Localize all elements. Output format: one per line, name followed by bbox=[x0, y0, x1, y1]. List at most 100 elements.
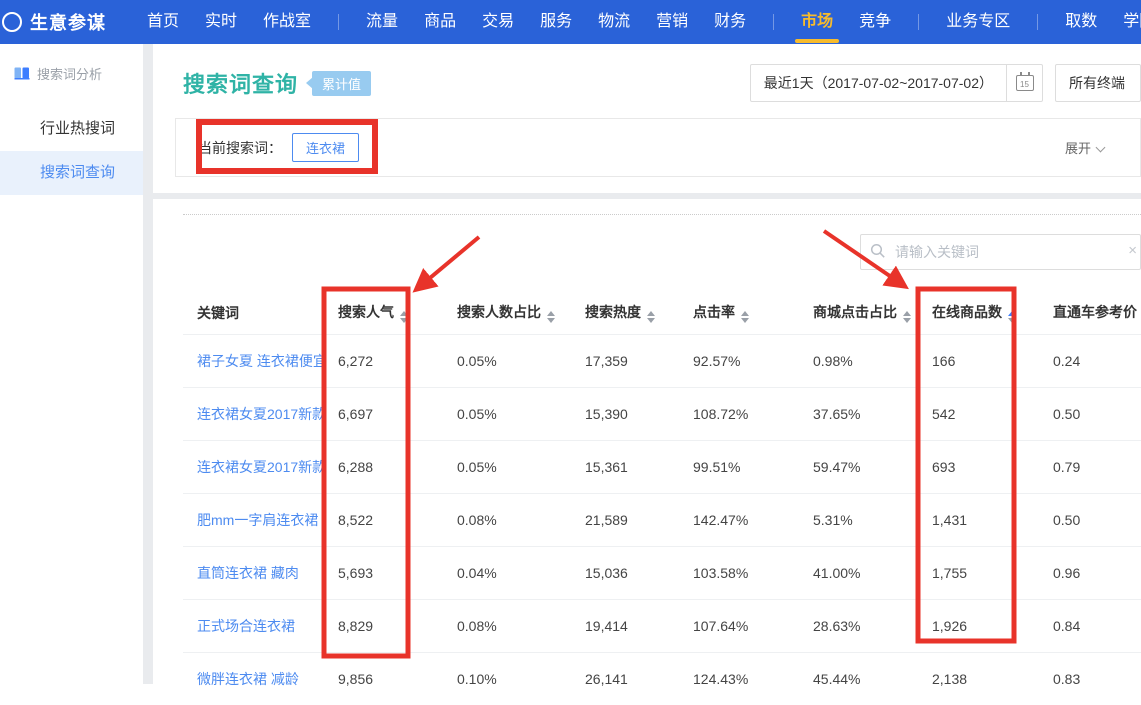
value-cell: 9,856 bbox=[322, 652, 417, 705]
table-row: 微胖连衣裙 减龄9,8560.10%26,141124.43%45.44%2,1… bbox=[183, 652, 1141, 705]
column-header[interactable]: 商城点击占比 bbox=[757, 292, 917, 334]
keyword-cell[interactable]: 直筒连衣裙 藏肉 bbox=[183, 546, 322, 599]
column-header[interactable]: 搜索人气 bbox=[322, 292, 417, 334]
current-search-term-tag[interactable]: 连衣裙 bbox=[292, 133, 359, 162]
value-cell: 5,693 bbox=[322, 546, 417, 599]
keyword-link[interactable]: 微胖连衣裙 减龄 bbox=[197, 671, 299, 687]
app-logo[interactable]: 生意参谋 bbox=[14, 9, 106, 35]
app-logo-text: 生意参谋 bbox=[30, 9, 106, 35]
value-cell: 0.08% bbox=[417, 493, 557, 546]
header-controls: 最近1天（2017-07-02~2017-07-02） 15 所有终端 bbox=[750, 64, 1141, 102]
expand-link[interactable]: 展开 bbox=[1065, 138, 1104, 157]
title-row: 搜索词查询 累计值 最近1天（2017-07-02~2017-07-02） 15… bbox=[183, 64, 1141, 102]
value-cell: 0.50 bbox=[1017, 493, 1141, 546]
nav-item[interactable]: 取数 bbox=[1065, 0, 1097, 44]
keyword-link[interactable]: 直筒连衣裙 藏肉 bbox=[197, 565, 299, 581]
search-row: × bbox=[183, 234, 1141, 270]
keyword-link[interactable]: 正式场合连衣裙 bbox=[197, 618, 295, 634]
calendar-button[interactable]: 15 bbox=[1006, 65, 1042, 101]
column-header[interactable]: 搜索人数占比 bbox=[417, 292, 557, 334]
search-input[interactable] bbox=[860, 234, 1141, 270]
top-navbar: 生意参谋 首页实时作战室 流量商品交易服务物流营销财务 市场竞争 业务专区 取数学院 bbox=[0, 0, 1141, 44]
sort-icon[interactable] bbox=[1008, 311, 1016, 323]
page-layout: 搜索词分析 行业热搜词搜索词查询 搜索词查询 累计值 最近1天（2017-07-… bbox=[0, 44, 1141, 684]
column-label: 点击率 bbox=[693, 304, 735, 320]
keyword-link[interactable]: 连衣裙女夏2017新款... bbox=[197, 459, 322, 475]
value-cell: 0.84 bbox=[1017, 599, 1141, 652]
nav-item[interactable]: 服务 bbox=[540, 0, 572, 44]
sidebar: 搜索词分析 行业热搜词搜索词查询 bbox=[0, 44, 143, 684]
table-body: 裙子女夏 连衣裙便宜5...6,2720.05%17,35992.57%0.98… bbox=[183, 334, 1141, 705]
nav-item[interactable]: 营销 bbox=[656, 0, 688, 44]
date-range-picker[interactable]: 最近1天（2017-07-02~2017-07-02） 15 bbox=[750, 64, 1043, 102]
value-cell: 0.05% bbox=[417, 334, 557, 387]
value-cell: 15,390 bbox=[557, 387, 657, 440]
date-range-text: 最近1天（2017-07-02~2017-07-02） bbox=[751, 65, 1006, 101]
sidebar-section-title: 搜索词分析 bbox=[37, 64, 102, 83]
sort-icon[interactable] bbox=[547, 311, 555, 323]
sidebar-item[interactable]: 搜索词查询 bbox=[0, 151, 143, 195]
cumulative-badge: 累计值 bbox=[312, 71, 371, 96]
nav-item[interactable]: 首页 bbox=[147, 0, 179, 44]
value-cell: 0.05% bbox=[417, 387, 557, 440]
column-label: 直通车参考价 bbox=[1053, 304, 1137, 320]
clear-icon[interactable]: × bbox=[1128, 242, 1137, 259]
value-cell: 0.04% bbox=[417, 546, 557, 599]
value-cell: 142.47% bbox=[657, 493, 757, 546]
value-cell: 124.43% bbox=[657, 652, 757, 705]
nav-divider bbox=[773, 14, 774, 30]
table-row: 肥mm一字肩连衣裙8,5220.08%21,589142.47%5.31%1,4… bbox=[183, 493, 1141, 546]
column-header[interactable]: 搜索热度 bbox=[557, 292, 657, 334]
value-cell: 99.51% bbox=[657, 440, 757, 493]
value-cell: 26,141 bbox=[557, 652, 657, 705]
nav-item[interactable]: 业务专区 bbox=[946, 0, 1010, 44]
terminal-filter-dropdown[interactable]: 所有终端 bbox=[1055, 64, 1141, 102]
nav-item[interactable]: 财务 bbox=[714, 0, 746, 44]
nav-item[interactable]: 商品 bbox=[424, 0, 456, 44]
nav-divider bbox=[338, 14, 339, 30]
sort-icon[interactable] bbox=[647, 311, 655, 323]
table-row: 连衣裙女夏2017新款...6,2880.05%15,36199.51%59.4… bbox=[183, 440, 1141, 493]
value-cell: 0.05% bbox=[417, 440, 557, 493]
value-cell: 92.57% bbox=[657, 334, 757, 387]
value-cell: 1,431 bbox=[917, 493, 1017, 546]
keyword-link[interactable]: 肥mm一字肩连衣裙 bbox=[197, 512, 318, 528]
value-cell: 19,414 bbox=[557, 599, 657, 652]
column-header[interactable]: 在线商品数 bbox=[917, 292, 1017, 334]
nav-item[interactable]: 市场 bbox=[801, 0, 833, 44]
nav-item[interactable]: 物流 bbox=[598, 0, 630, 44]
column-label: 搜索热度 bbox=[585, 304, 641, 320]
column-header[interactable]: 点击率 bbox=[657, 292, 757, 334]
sort-icon[interactable] bbox=[400, 311, 408, 323]
keyword-cell[interactable]: 裙子女夏 连衣裙便宜5... bbox=[183, 334, 322, 387]
column-header[interactable]: 直通车参考价 bbox=[1017, 292, 1141, 334]
value-cell: 28.63% bbox=[757, 599, 917, 652]
book-icon bbox=[14, 67, 30, 80]
nav-item[interactable]: 学院 bbox=[1123, 0, 1141, 44]
value-cell: 17,359 bbox=[557, 334, 657, 387]
keyword-link[interactable]: 裙子女夏 连衣裙便宜5... bbox=[197, 353, 322, 369]
nav-item[interactable]: 竞争 bbox=[859, 0, 891, 44]
nav-item[interactable]: 交易 bbox=[482, 0, 514, 44]
value-cell: 45.44% bbox=[757, 652, 917, 705]
nav-item[interactable]: 流量 bbox=[366, 0, 398, 44]
keyword-cell[interactable]: 连衣裙女夏2017新款... bbox=[183, 387, 322, 440]
sort-icon[interactable] bbox=[741, 311, 749, 323]
value-cell: 108.72% bbox=[657, 387, 757, 440]
sidebar-section-header: 搜索词分析 bbox=[0, 44, 143, 107]
sort-icon[interactable] bbox=[903, 311, 911, 323]
value-cell: 15,036 bbox=[557, 546, 657, 599]
nav-item[interactable]: 作战室 bbox=[263, 0, 311, 44]
keyword-link[interactable]: 连衣裙女夏2017新款... bbox=[197, 406, 322, 422]
value-cell: 2,138 bbox=[917, 652, 1017, 705]
nav-item[interactable]: 实时 bbox=[205, 0, 237, 44]
value-cell: 1,755 bbox=[917, 546, 1017, 599]
keyword-cell[interactable]: 连衣裙女夏2017新款... bbox=[183, 440, 322, 493]
search-terms-table: 关键词搜索人气搜索人数占比搜索热度点击率商城点击占比在线商品数直通车参考价 裙子… bbox=[183, 292, 1141, 705]
keyword-cell[interactable]: 微胖连衣裙 减龄 bbox=[183, 652, 322, 705]
sidebar-item[interactable]: 行业热搜词 bbox=[0, 107, 143, 151]
table-row: 直筒连衣裙 藏肉5,6930.04%15,036103.58%41.00%1,7… bbox=[183, 546, 1141, 599]
keyword-cell[interactable]: 正式场合连衣裙 bbox=[183, 599, 322, 652]
keyword-cell[interactable]: 肥mm一字肩连衣裙 bbox=[183, 493, 322, 546]
sidebar-menu: 行业热搜词搜索词查询 bbox=[0, 107, 143, 195]
